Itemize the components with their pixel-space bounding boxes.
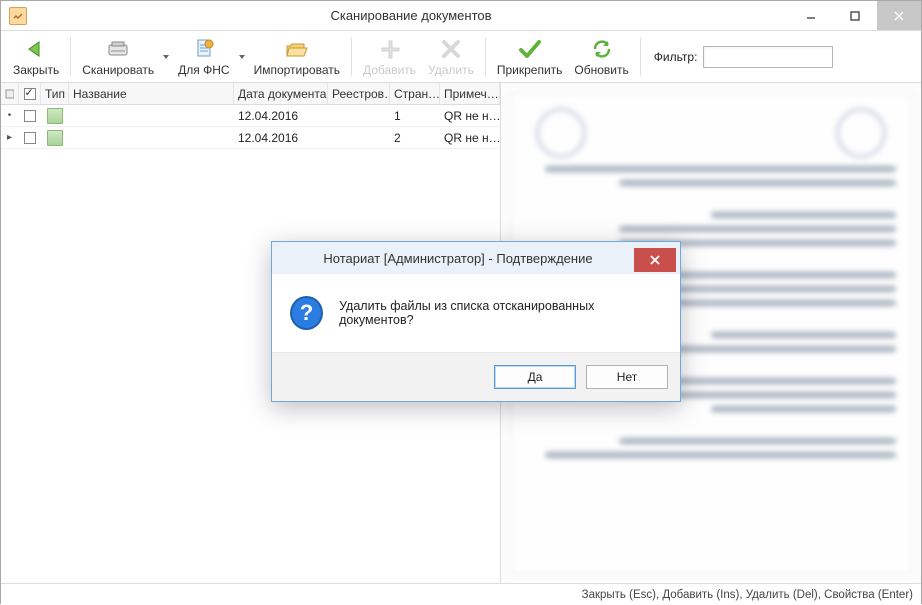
row-checkbox[interactable] [19, 132, 41, 144]
dialog-close-button[interactable] [634, 248, 676, 272]
fns-dropdown[interactable] [236, 33, 248, 80]
add-label: Добавить [363, 63, 416, 77]
question-icon: ? [290, 296, 323, 330]
image-icon [47, 108, 63, 124]
attach-button[interactable]: Прикрепить [491, 33, 569, 80]
header-pages[interactable]: Стран… [390, 83, 440, 104]
scanner-icon [105, 36, 131, 62]
filter-input[interactable] [703, 46, 833, 68]
folder-open-icon [284, 36, 310, 62]
header-selector[interactable] [1, 83, 19, 104]
no-label: Нет [617, 370, 637, 384]
row-indicator: • [1, 110, 19, 121]
dialog-title: Нотариат [Администратор] - Подтверждение [282, 251, 634, 266]
statusbar-hint: Закрыть (Esc), Добавить (Ins), Удалить (… [582, 589, 913, 601]
maximize-button[interactable] [833, 1, 877, 30]
filter-label: Фильтр: [654, 50, 698, 64]
row-type [41, 130, 69, 146]
app-icon [9, 7, 27, 25]
row-pages: 1 [390, 109, 440, 123]
dialog-message: Удалить файлы из списка отсканированных … [339, 299, 662, 327]
row-checkbox[interactable] [19, 110, 41, 122]
window-controls [789, 1, 921, 30]
refresh-icon [590, 36, 614, 62]
fns-label: Для ФНС [178, 63, 229, 77]
table-row[interactable]: ▸ 12.04.2016 2 QR не н… [1, 127, 500, 149]
close-label: Закрыть [13, 63, 59, 77]
close-tool-button[interactable]: Закрыть [7, 33, 65, 80]
header-name[interactable]: Название [69, 83, 234, 104]
header-checkbox[interactable] [19, 83, 41, 104]
yes-label: Да [528, 370, 543, 384]
arrow-left-icon [24, 36, 48, 62]
refresh-label: Обновить [574, 63, 628, 77]
table-row[interactable]: • 12.04.2016 1 QR не н… [1, 105, 500, 127]
row-date: 12.04.2016 [234, 131, 328, 145]
image-icon [47, 130, 63, 146]
no-button[interactable]: Нет [586, 365, 668, 389]
dialog-buttons: Да Нет [272, 353, 680, 401]
yes-button[interactable]: Да [494, 365, 576, 389]
row-note: QR не н… [440, 109, 500, 123]
filter-box: Фильтр: [646, 33, 842, 80]
window-title: Сканирование документов [33, 8, 789, 23]
x-icon [440, 36, 462, 62]
dialog-titlebar: Нотариат [Администратор] - Подтверждение [272, 242, 680, 274]
delete-button: Удалить [422, 33, 480, 80]
add-button: Добавить [357, 33, 422, 80]
dialog-body: ? Удалить файлы из списка отсканированны… [272, 274, 680, 353]
minimize-button[interactable] [789, 1, 833, 30]
import-label: Импортировать [254, 63, 340, 77]
row-type [41, 108, 69, 124]
document-badge-icon [192, 36, 216, 62]
fns-button[interactable]: Для ФНС [172, 33, 235, 80]
titlebar: Сканирование документов [1, 1, 921, 31]
delete-label: Удалить [428, 63, 474, 77]
row-date: 12.04.2016 [234, 109, 328, 123]
grid-header: Тип Название Дата документа Реестров… Ст… [1, 83, 500, 105]
row-note: QR не н… [440, 131, 500, 145]
import-button[interactable]: Импортировать [248, 33, 346, 80]
toolbar: Закрыть Сканировать Для ФНС Импортироват… [1, 31, 921, 83]
row-indicator: ▸ [1, 132, 19, 143]
header-note[interactable]: Примеч… [440, 83, 500, 104]
check-icon [518, 36, 542, 62]
confirm-dialog: Нотариат [Администратор] - Подтверждение… [271, 241, 681, 402]
refresh-button[interactable]: Обновить [568, 33, 634, 80]
scan-dropdown[interactable] [160, 33, 172, 80]
header-type[interactable]: Тип [41, 83, 69, 104]
row-pages: 2 [390, 131, 440, 145]
scan-label: Сканировать [82, 63, 154, 77]
plus-icon [379, 36, 401, 62]
scan-button[interactable]: Сканировать [76, 33, 160, 80]
header-date[interactable]: Дата документа [234, 83, 328, 104]
close-button[interactable] [877, 1, 921, 30]
attach-label: Прикрепить [497, 63, 563, 77]
header-reestr[interactable]: Реестров… [328, 83, 390, 104]
statusbar: Закрыть (Esc), Добавить (Ins), Удалить (… [1, 583, 921, 605]
